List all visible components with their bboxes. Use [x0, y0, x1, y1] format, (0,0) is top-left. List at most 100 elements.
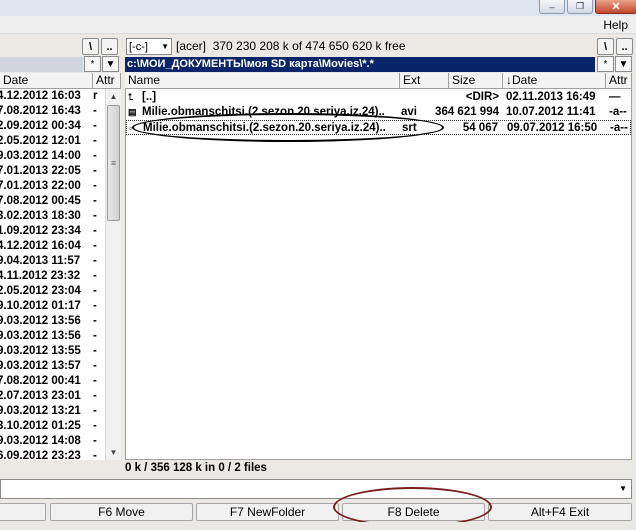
file-date: 3.10.2012 01:25	[0, 420, 81, 432]
list-item[interactable]: 6.09.2012 23:23 -	[0, 449, 105, 460]
drive-letter: [-c-]	[129, 40, 148, 53]
f5-copy-button[interactable]	[0, 503, 46, 521]
right-header-name[interactable]: Name	[125, 73, 400, 89]
right-parent-button[interactable]: ..	[616, 38, 633, 55]
left-header-date[interactable]: Date	[0, 73, 93, 89]
file-date: 2.05.2012 12:01	[0, 135, 81, 147]
right-root-button[interactable]: \	[597, 38, 614, 55]
file-date: 9.03.2012 13:55	[0, 345, 81, 357]
list-item[interactable]: 2.05.2012 12:01-	[0, 134, 105, 149]
drive-info: [acer] 370 230 208 k of 474 650 620 k fr…	[176, 39, 406, 53]
file-attr: -	[93, 120, 97, 132]
file-date: 02.11.2013 16:49	[506, 91, 596, 103]
up-dir-icon: ⮤	[128, 92, 134, 102]
minimize-button[interactable]: –	[539, 0, 565, 14]
chevron-down-icon[interactable]: ▼	[619, 480, 627, 498]
list-item[interactable]: 2.07.2013 23:01-	[0, 389, 105, 404]
file-attr: —	[609, 91, 621, 103]
list-item[interactable]: 3.02.2013 18:30-	[0, 209, 105, 224]
file-date: 10.07.2012 11:41	[506, 106, 596, 118]
left-scrollbar[interactable]: ▲ ≡ ▼	[105, 89, 121, 460]
file-attr: -	[93, 375, 97, 387]
table-row[interactable]: ⮤ [..] <DIR> 02.11.2013 16:49 —	[126, 90, 631, 105]
left-history-button[interactable]: *	[84, 56, 101, 72]
maximize-button[interactable]: ❐	[567, 0, 593, 14]
list-item[interactable]: 9.03.2012 13:56-	[0, 314, 105, 329]
list-item[interactable]: 7.08.2012 00:45-	[0, 194, 105, 209]
list-item[interactable]: 4.12.2012 16:04-	[0, 239, 105, 254]
list-item[interactable]: 9.03.2012 13:21-	[0, 404, 105, 419]
list-item[interactable]: 9.03.2012 13:57-	[0, 359, 105, 374]
highlight-ellipse	[132, 113, 444, 142]
list-item[interactable]: 9.03.2012 14:00-	[0, 149, 105, 164]
scroll-thumb[interactable]: ≡	[107, 105, 120, 221]
file-date: 4.11.2012 23:32	[0, 270, 81, 282]
list-item[interactable]: 4.12.2012 16:03 r	[0, 89, 105, 104]
left-path-bar[interactable]	[0, 57, 83, 72]
file-date: 9.03.2012 14:08	[0, 435, 81, 447]
bottom-strip	[0, 522, 636, 530]
file-date: 9.04.2013 11:57	[0, 255, 81, 267]
list-item[interactable]: 9.04.2013 11:57-	[0, 254, 105, 269]
file-date: 2.07.2013 23:01	[0, 390, 81, 402]
left-file-list[interactable]: 4.12.2012 16:03 r 7.08.2012 16:43-2.09.201…	[0, 89, 105, 460]
right-hotlist-button[interactable]: ▼	[615, 56, 632, 72]
menu-help[interactable]: Help	[603, 18, 628, 32]
list-item[interactable]: 2.05.2012 23:04-	[0, 284, 105, 299]
file-size: 364 621 994	[435, 106, 499, 118]
file-size: <DIR>	[465, 91, 499, 103]
file-attr: -	[93, 285, 97, 297]
file-date: 9.03.2012 14:00	[0, 150, 81, 162]
right-header-ext[interactable]: Ext	[400, 73, 449, 89]
file-date: 9.10.2012 01:17	[0, 300, 81, 312]
list-item[interactable]: 9.10.2012 01:17-	[0, 299, 105, 314]
right-path-bar[interactable]: c:\МОИ_ДОКУМЕНТЫ\моя SD карта\Movies\*.*	[125, 57, 595, 72]
list-item[interactable]: 4.11.2012 23:32-	[0, 269, 105, 284]
right-header-attr[interactable]: Attr	[606, 73, 632, 89]
drive-free-space: 370 230 208 k of 474 650 620 k free	[212, 39, 406, 53]
file-attr: -	[93, 420, 97, 432]
file-date: 3.02.2013 18:30	[0, 210, 81, 222]
list-item[interactable]: 7.08.2012 16:43-	[0, 104, 105, 119]
close-button[interactable]: ✕	[595, 0, 636, 14]
left-hotlist-button[interactable]: ▼	[102, 56, 119, 72]
list-item[interactable]: 7.01.2013 22:05-	[0, 164, 105, 179]
list-item[interactable]: 7.08.2012 00:41-	[0, 374, 105, 389]
scroll-up-icon[interactable]: ▲	[106, 89, 121, 104]
file-attr: -	[93, 300, 97, 312]
file-date: 7.01.2013 22:00	[0, 180, 81, 192]
right-header-date[interactable]: ↓Date	[503, 73, 606, 89]
exit-button[interactable]: Alt+F4 Exit	[488, 503, 632, 521]
list-item[interactable]: 1.09.2012 23:34-	[0, 224, 105, 239]
right-drive-select[interactable]: [-c-] ▼	[126, 38, 172, 55]
file-attr: -	[93, 330, 97, 342]
f7-newfolder-button[interactable]: F7 NewFolder	[196, 503, 339, 521]
right-history-button[interactable]: *	[597, 56, 614, 72]
right-file-list[interactable]: ⮤ [..] <DIR> 02.11.2013 16:49— ▤ Milie.obmans…	[125, 89, 632, 460]
scroll-down-icon[interactable]: ▼	[106, 445, 121, 460]
f6-move-button[interactable]: F6 Move	[50, 503, 193, 521]
list-item[interactable]: 9.03.2012 13:55-	[0, 344, 105, 359]
right-header-size[interactable]: Size	[449, 73, 503, 89]
file-date: 2.05.2012 23:04	[0, 285, 81, 297]
file-date: 9.03.2012 13:21	[0, 405, 81, 417]
list-item[interactable]: 9.03.2012 13:56-	[0, 329, 105, 344]
file-date: 7.08.2012 16:43	[0, 105, 81, 117]
file-date: 09.07.2012 16:50	[507, 122, 598, 134]
list-item[interactable]: 2.09.2012 00:34-	[0, 119, 105, 134]
list-item[interactable]: 9.03.2012 14:08-	[0, 434, 105, 449]
command-line[interactable]: ▼	[0, 479, 632, 499]
list-item[interactable]: 3.10.2012 01:25-	[0, 419, 105, 434]
chevron-down-icon: ▼	[161, 42, 169, 51]
left-parent-button[interactable]: ..	[101, 38, 118, 55]
file-attr: -	[93, 270, 97, 282]
file-date: 2.09.2012 00:34	[0, 120, 81, 132]
left-root-button[interactable]: \	[82, 38, 99, 55]
file-date: 9.03.2012 13:56	[0, 330, 81, 342]
file-attr: -	[93, 105, 97, 117]
file-attr: -a--	[609, 106, 627, 118]
file-attr: -	[93, 390, 97, 402]
list-item[interactable]: 7.01.2013 22:00-	[0, 179, 105, 194]
left-header-attr[interactable]: Attr	[93, 73, 121, 89]
file-date: 6.09.2012 23:23	[0, 450, 81, 460]
